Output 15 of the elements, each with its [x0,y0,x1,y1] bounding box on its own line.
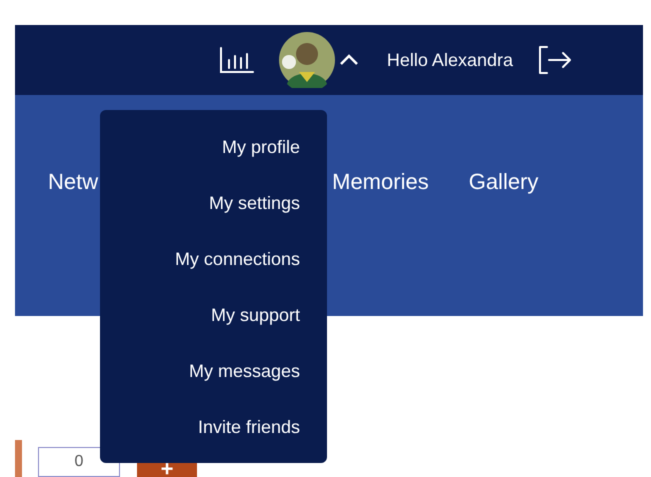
menu-item[interactable]: My connections [174,246,300,272]
menu-item[interactable]: My messages [188,358,300,384]
nav-link[interactable]: Gallery [468,169,538,195]
logout-icon[interactable] [537,45,573,75]
caret-icon[interactable] [338,54,359,66]
menu-item[interactable]: My support [210,302,300,328]
nav-link[interactable]: Netw [48,169,98,195]
menu-item[interactable]: Invite friends [198,414,300,440]
nav-link[interactable]: Memories [332,169,429,195]
greeting-text: Hello Alexandra [386,50,513,70]
menu-item[interactable]: My profile [222,134,300,160]
avatar[interactable] [278,32,335,88]
button-edge [15,440,22,477]
stats-icon[interactable] [218,46,255,74]
menu-item[interactable]: My settings [208,190,300,216]
